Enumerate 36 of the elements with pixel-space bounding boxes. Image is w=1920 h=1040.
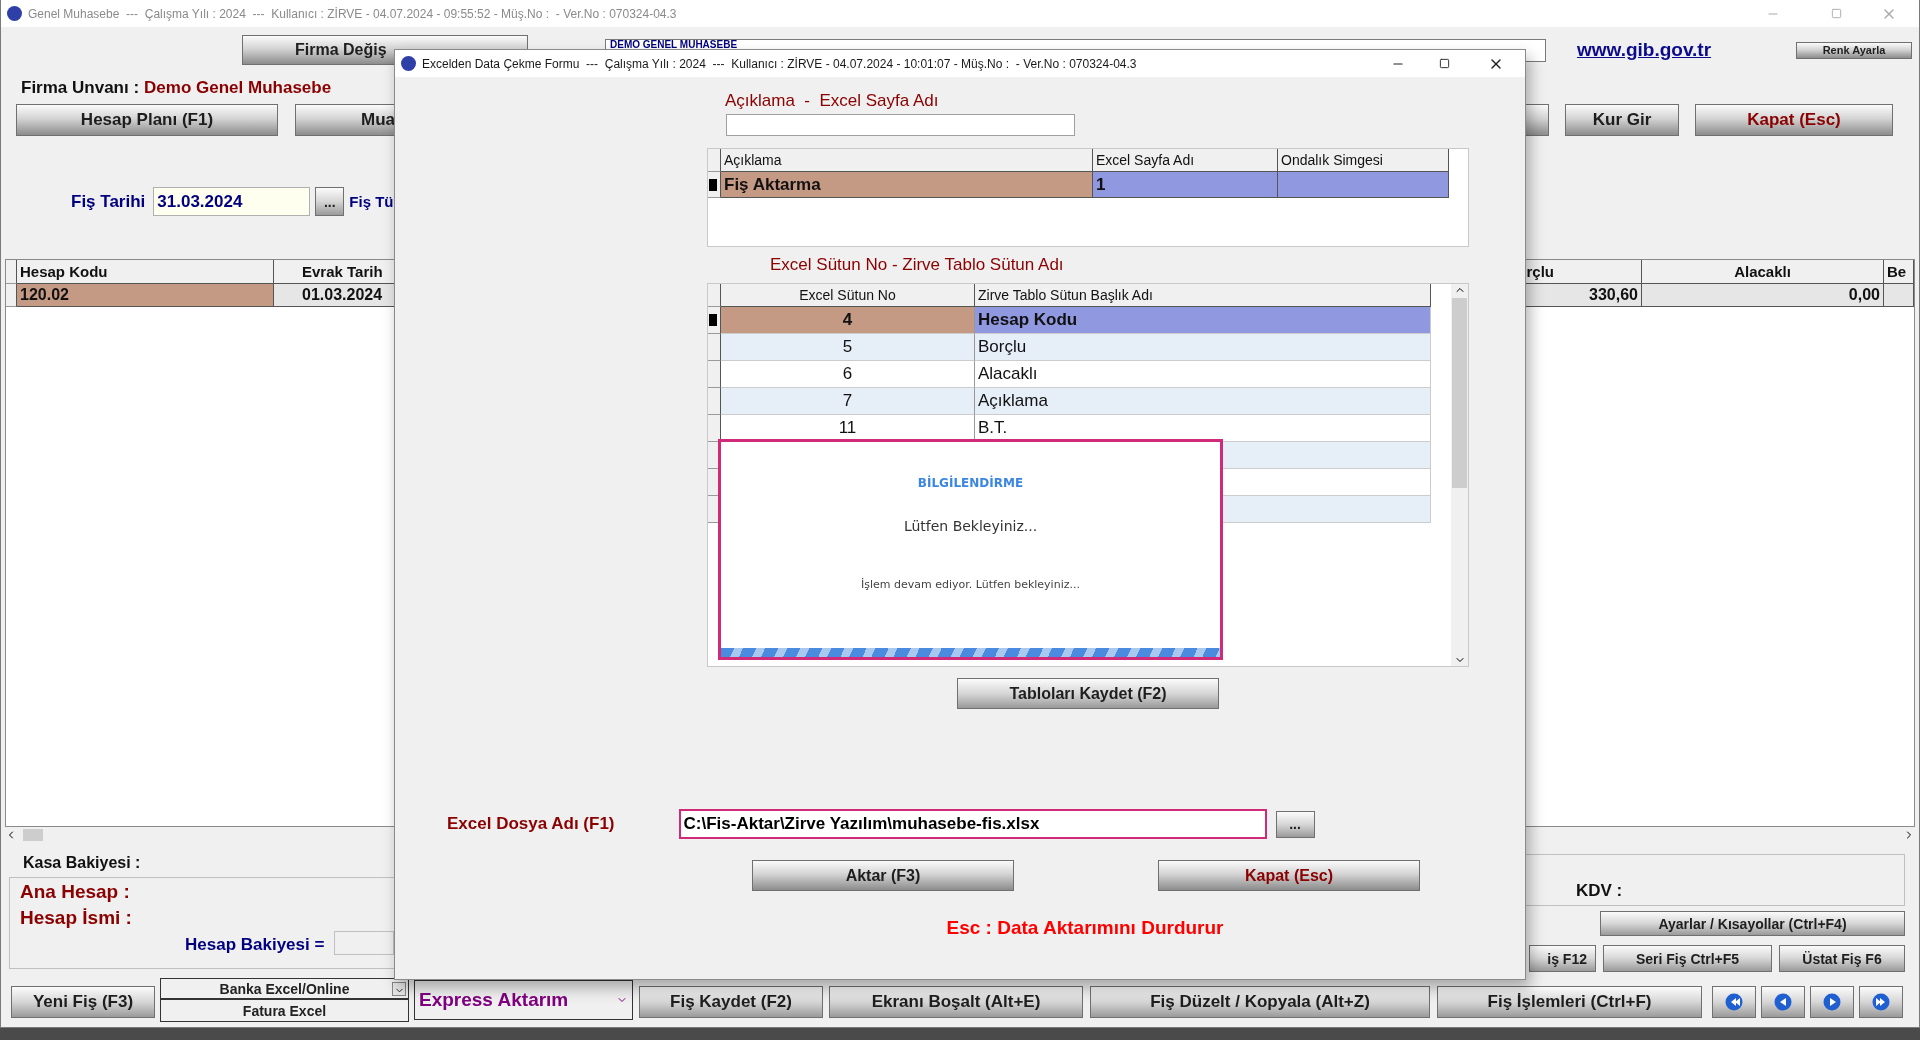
company-name: Demo Genel Muhasebe xyxy=(144,78,332,98)
company-label: Firma Unvanı : xyxy=(21,78,140,98)
description-cell: Fiş Aktarma xyxy=(721,172,1093,198)
column-header: Ondalık Simgesi xyxy=(1278,149,1449,172)
popup-detail: İşlem devam ediyor. Lütfen bekleyiniz... xyxy=(861,578,1080,591)
credit-cell: 0,00 xyxy=(1642,284,1884,307)
sheet-name-cell: 1 xyxy=(1093,172,1278,198)
main-account-label: Ana Hesap : xyxy=(20,881,131,903)
account-code-cell: 120.02 xyxy=(17,284,274,307)
column-header: Hesap Kodu xyxy=(17,260,274,284)
column-number-cell: 5 xyxy=(721,334,975,361)
account-balance-label: Hesap Bakiyesi = xyxy=(185,935,325,955)
column-name-cell: Açıklama xyxy=(975,388,1431,415)
date-label: Fiş Tarihi xyxy=(71,191,146,212)
popup-title: BİLGİLENDİRME xyxy=(917,476,1024,490)
account-name-label: Hesap İsmi : xyxy=(20,907,133,929)
vat-label: KDV : xyxy=(1576,881,1624,901)
sheet-label: Açıklama - Excel Sayfa Adı xyxy=(725,91,939,111)
column-header: Be xyxy=(1884,260,1914,284)
column-number-cell: 7 xyxy=(721,388,975,415)
column-header: Excel Sayfa Adı xyxy=(1093,149,1278,172)
stop-hint: Esc : Data Aktarımını Durdurur xyxy=(946,917,1224,939)
file-label: Excel Dosya Adı (F1) xyxy=(447,814,615,834)
window-title: Genel Muhasebe --- Çalışma Yılı : 2024 --- Kullanıcı : ZİRVE - 04.07.2024 - 09:55:52 - Müş.No : - Ver.No : 070324-04.3 xyxy=(28,6,677,21)
column-header: Zirve Tablo Sütun Başlık Adı xyxy=(975,284,1431,307)
column-name-cell: Alacaklı xyxy=(975,361,1431,388)
column-name-cell: Borçlu xyxy=(975,334,1431,361)
voucher-type-label: Fiş Tü xyxy=(349,193,394,210)
popup-message: Lütfen Bekleyiniz... xyxy=(903,518,1038,534)
column-header: Açıklama xyxy=(721,149,1093,172)
column-number-cell: 6 xyxy=(721,361,975,388)
column-header: Alacaklı xyxy=(1642,260,1884,284)
column-name-cell: Hesap Kodu xyxy=(975,307,1431,334)
column-header: Excel Sütun No xyxy=(721,284,975,307)
column-number-cell: 4 xyxy=(721,307,975,334)
cash-balance-label: Kasa Bakiyesi : xyxy=(23,854,142,872)
